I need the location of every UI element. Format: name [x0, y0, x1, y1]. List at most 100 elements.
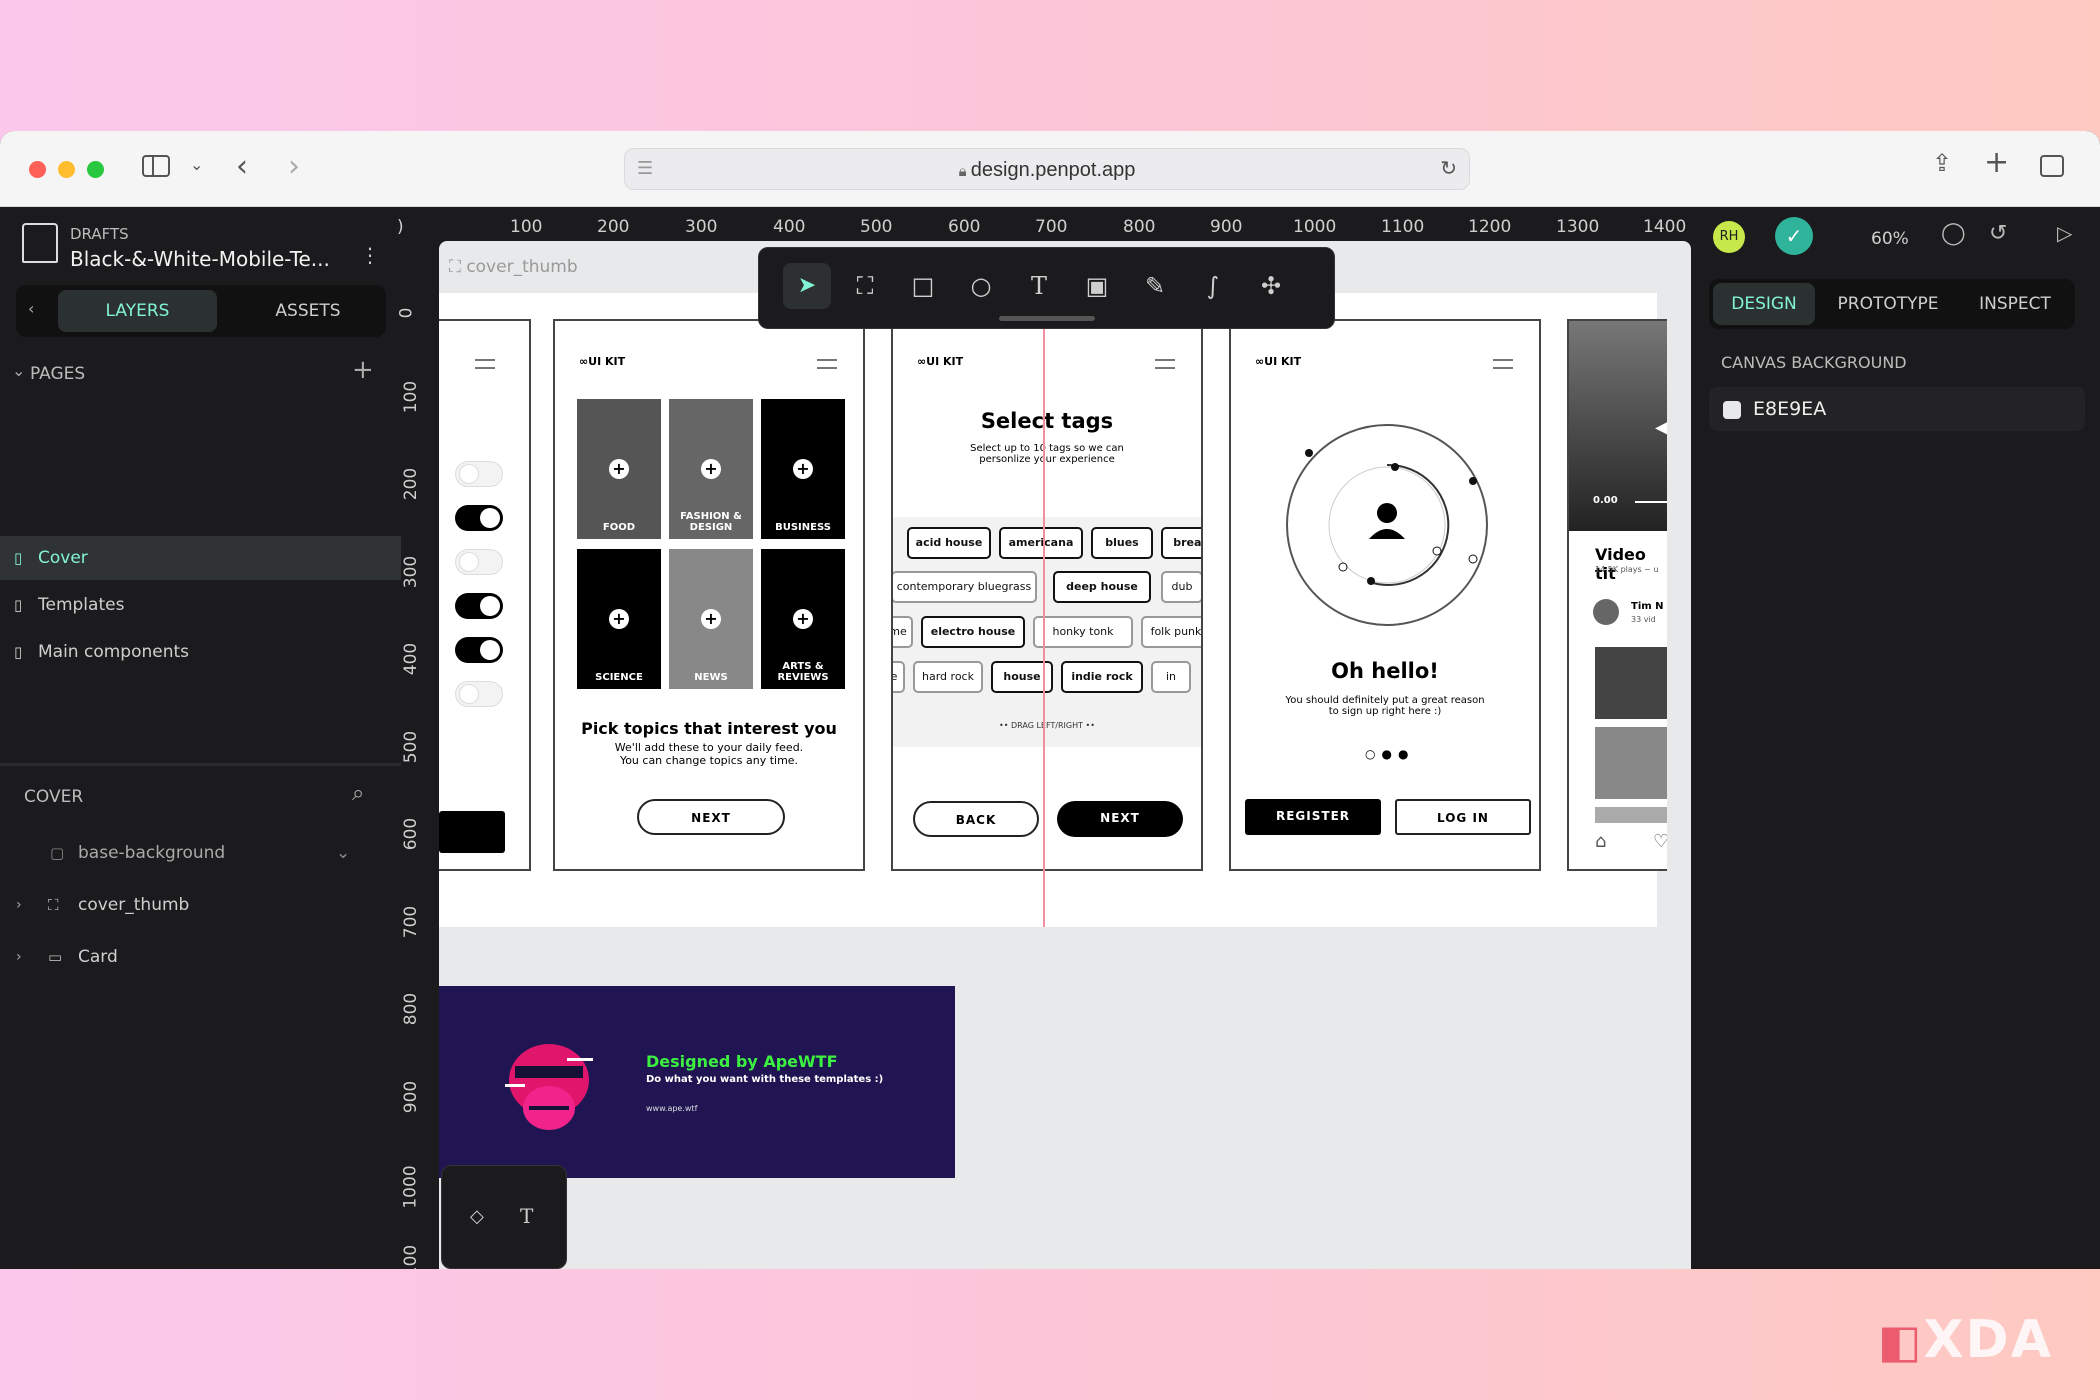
video-thumbnail[interactable]: [1569, 321, 1667, 531]
pagination-dots[interactable]: ○●●: [1365, 747, 1414, 761]
thumbnail-image[interactable]: [1595, 727, 1667, 799]
avatar[interactable]: RH: [1713, 221, 1745, 253]
tab-assets[interactable]: ASSETS: [238, 290, 378, 332]
tag[interactable]: break: [1161, 527, 1201, 559]
next-button[interactable]: NEXT: [637, 799, 785, 835]
tag[interactable]: electro house: [921, 616, 1025, 648]
file-menu-icon[interactable]: ⋮: [360, 243, 380, 267]
thumbnail-image[interactable]: [1595, 807, 1667, 823]
topic-tile[interactable]: + NEWS: [669, 549, 753, 689]
collapse-icon[interactable]: ‹: [28, 299, 34, 318]
minimize-window-button[interactable]: [58, 161, 75, 178]
menu-icon[interactable]: [475, 359, 495, 369]
expand-icon[interactable]: ›: [16, 937, 22, 977]
page-main-components[interactable]: ▯ Main components: [0, 630, 401, 674]
toggle-on[interactable]: [455, 505, 503, 531]
chevron-down-icon[interactable]: ⌄: [12, 361, 25, 380]
reload-icon[interactable]: ↻: [1440, 156, 1457, 180]
canvas-background-field[interactable]: E8E9EA: [1709, 387, 2085, 431]
move-tool-icon[interactable]: ➤: [783, 263, 831, 309]
home-icon[interactable]: ⌂: [1595, 831, 1606, 852]
zoom-level[interactable]: 60%: [1871, 229, 1909, 249]
address-bar[interactable]: ☰ 🔒︎ design.penpot.app ↻: [624, 148, 1470, 190]
pencil-tool-icon[interactable]: ✎: [1131, 263, 1179, 309]
play-icon[interactable]: ▷: [2057, 221, 2072, 245]
tab-inspect[interactable]: INSPECT: [1961, 283, 2069, 325]
tag[interactable]: me: [893, 616, 913, 648]
path-tool-icon[interactable]: ∫: [1189, 263, 1237, 309]
add-page-icon[interactable]: +: [352, 355, 374, 385]
tag[interactable]: e: [893, 661, 905, 693]
toggle-off[interactable]: [455, 681, 503, 707]
toggle-on[interactable]: [455, 593, 503, 619]
menu-icon[interactable]: [1493, 359, 1513, 369]
tag[interactable]: in: [1151, 661, 1191, 693]
screen-toggles[interactable]: [439, 319, 531, 871]
new-tab-icon[interactable]: +: [1984, 145, 2009, 180]
menu-icon[interactable]: [1155, 359, 1175, 369]
color-value[interactable]: E8E9EA: [1753, 398, 1826, 420]
file-name[interactable]: Black-&-White-Mobile-Te...: [70, 247, 330, 271]
tab-overview-icon[interactable]: [2040, 155, 2064, 177]
expand-icon[interactable]: ›: [16, 885, 22, 925]
page-templates[interactable]: ▯ Templates: [0, 583, 401, 627]
comments-icon[interactable]: ◯: [1941, 221, 1966, 246]
screen-video[interactable]: ◀ 0.00 Video tit 14.5K plays ~ u Tim N 3…: [1567, 319, 1667, 871]
tag[interactable]: folk punk: [1141, 616, 1201, 648]
drag-handle[interactable]: [999, 316, 1095, 321]
thumbnail-image[interactable]: [1595, 647, 1667, 719]
screen-topics[interactable]: ∞UI KIT + FOOD + FASHION & DESIGN + BUSINES…: [553, 319, 865, 871]
zoom-window-button[interactable]: [87, 161, 104, 178]
back-button[interactable]: BACK: [913, 801, 1039, 837]
sidebar-toggle-icon[interactable]: [142, 155, 170, 177]
topic-tile[interactable]: + ARTS & REVIEWS: [761, 549, 845, 689]
designer-banner[interactable]: Designed by ApeWTF Do what you want with…: [439, 986, 955, 1178]
divider[interactable]: [0, 763, 401, 766]
menu-icon[interactable]: [817, 359, 837, 369]
screen-hello[interactable]: ∞UI KIT Oh hello! You should definitely …: [1229, 319, 1541, 871]
chevron-down-icon[interactable]: ⌄: [336, 833, 350, 873]
layer-card[interactable]: › ▭ Card: [0, 937, 401, 977]
next-button[interactable]: NEXT: [1057, 801, 1183, 837]
ellipse-tool-icon[interactable]: ○: [957, 263, 1005, 309]
layer-base-background[interactable]: ▢ base-background ⌄: [0, 833, 401, 873]
register-button[interactable]: REGISTER: [1245, 799, 1381, 835]
fill-icon[interactable]: ◇: [470, 1206, 484, 1227]
screen-select-tags[interactable]: ∞UI KIT Select tags Select up to 10 tags…: [891, 319, 1203, 871]
tab-prototype[interactable]: PROTOTYPE: [1821, 283, 1955, 325]
text-icon[interactable]: T: [520, 1204, 533, 1228]
toggle-on[interactable]: [455, 637, 503, 663]
topic-tile[interactable]: + FOOD: [577, 399, 661, 539]
tag[interactable]: hard rock: [913, 661, 983, 693]
layer-cover-thumb[interactable]: › ⛶ cover_thumb: [0, 885, 401, 925]
rectangle-tool-icon[interactable]: □: [899, 263, 947, 309]
primary-button[interactable]: [439, 811, 505, 853]
cover-board[interactable]: ∞UI KIT + FOOD + FASHION & DESIGN + BUSINES…: [439, 293, 1667, 927]
banner-link[interactable]: www.ape.wtf: [646, 1104, 697, 1113]
color-swatch[interactable]: [1723, 401, 1741, 419]
chevron-down-icon[interactable]: ⌄: [190, 155, 203, 174]
back-icon[interactable]: ‹: [236, 149, 248, 184]
text-tool-icon[interactable]: T: [1015, 263, 1063, 309]
tag[interactable]: honky tonk: [1033, 616, 1133, 648]
topic-tile[interactable]: + SCIENCE: [577, 549, 661, 689]
tag[interactable]: acid house: [907, 527, 991, 559]
board-tool-icon[interactable]: ⛶: [841, 263, 889, 309]
tag[interactable]: dub: [1161, 571, 1201, 603]
plugins-tool-icon[interactable]: ✣: [1247, 263, 1295, 309]
forward-icon[interactable]: ›: [288, 149, 300, 184]
guide-line[interactable]: [1043, 293, 1045, 927]
page-cover[interactable]: ▯ Cover: [0, 536, 401, 580]
toggle-off[interactable]: [455, 549, 503, 575]
penpot-logo-icon[interactable]: [22, 223, 58, 263]
tag[interactable]: blues: [1091, 527, 1153, 559]
close-window-button[interactable]: [29, 161, 46, 178]
tag[interactable]: indie rock: [1061, 661, 1143, 693]
toggle-off[interactable]: [455, 461, 503, 487]
history-icon[interactable]: ↺: [1989, 221, 2007, 246]
tag[interactable]: americana: [999, 527, 1083, 559]
image-tool-icon[interactable]: ▣: [1073, 263, 1121, 309]
tag[interactable]: contemporary bluegrass: [893, 571, 1037, 603]
tag[interactable]: deep house: [1053, 571, 1151, 603]
tab-layers[interactable]: LAYERS: [58, 290, 217, 332]
